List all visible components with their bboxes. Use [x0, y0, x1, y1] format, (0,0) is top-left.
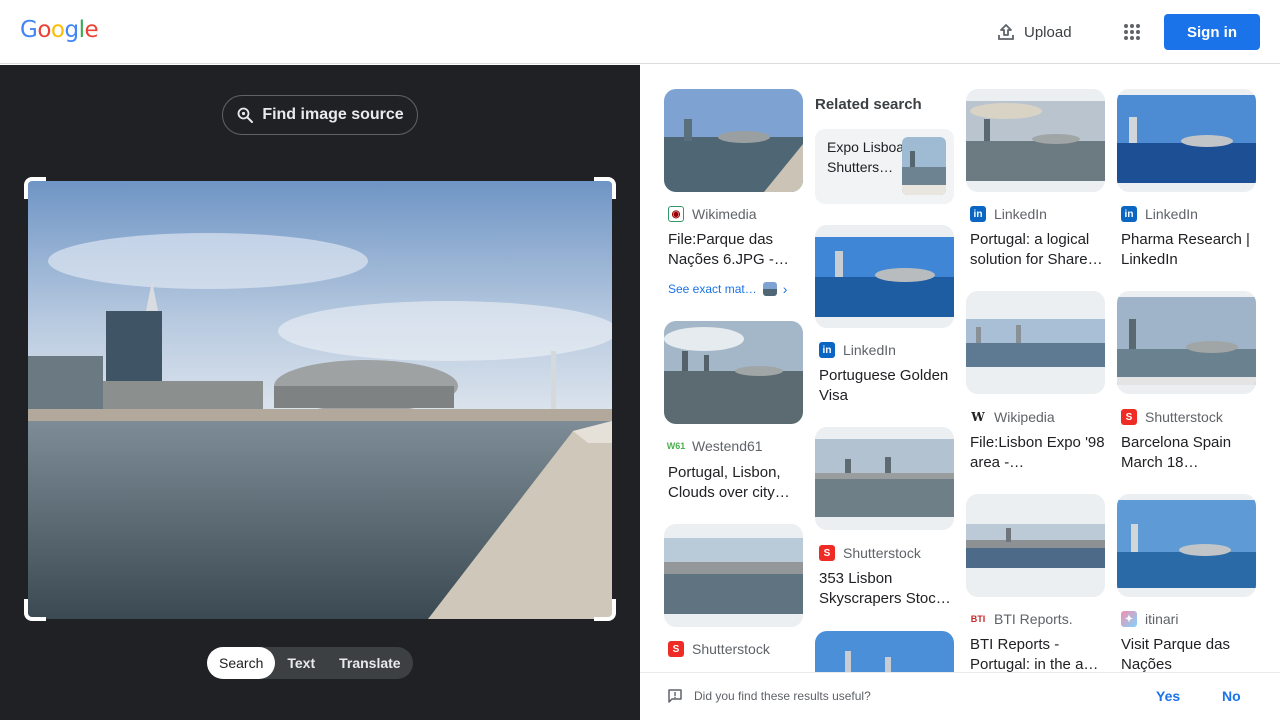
- wikimedia-icon: ◉: [668, 206, 684, 222]
- related-search-chip[interactable]: Expo Lisboa Shutters…: [815, 129, 954, 204]
- logo-letter: e: [84, 17, 99, 43]
- result-title[interactable]: Pharma Research | LinkedIn: [1121, 230, 1256, 270]
- linkedin-icon: in: [819, 342, 835, 358]
- result-source[interactable]: W Wikipedia: [970, 409, 1055, 425]
- result-thumbnail[interactable]: [966, 494, 1105, 597]
- result-source-name: itinari: [1145, 611, 1179, 627]
- logo-letter: o: [50, 17, 65, 43]
- westend61-icon: W61: [667, 438, 685, 454]
- result-thumbnail[interactable]: [1117, 494, 1256, 597]
- apps-grid-icon: [1124, 24, 1140, 40]
- result-title[interactable]: Barcelona Spain March 18…: [1121, 433, 1256, 473]
- result-thumbnail[interactable]: [664, 89, 803, 192]
- see-exact-matches-label: See exact mat…: [668, 282, 757, 296]
- crop-handle-top-right[interactable]: [594, 177, 616, 199]
- result-source-name: Wikimedia: [692, 206, 757, 222]
- result-title[interactable]: File:Lisbon Expo '98 area -…: [970, 433, 1105, 473]
- results-panel: ◉ Wikimedia File:Parque das Nações 6.JPG…: [640, 65, 1280, 720]
- result-source[interactable]: in LinkedIn: [819, 342, 896, 358]
- result-source[interactable]: ✦ itinari: [1121, 611, 1178, 627]
- result-source[interactable]: in LinkedIn: [970, 206, 1047, 222]
- result-title[interactable]: BTI Reports - Portugal: in the a…: [970, 635, 1105, 675]
- query-image[interactable]: [28, 181, 612, 619]
- result-source-name: Shutterstock: [692, 641, 770, 657]
- see-exact-matches-link[interactable]: See exact mat… ›: [668, 281, 787, 297]
- result-source[interactable]: ◉ Wikimedia: [668, 206, 757, 222]
- exact-match-thumbnail: [762, 282, 777, 296]
- crop-handle-top-left[interactable]: [24, 177, 46, 199]
- google-apps-button[interactable]: [1116, 16, 1148, 48]
- result-source[interactable]: in LinkedIn: [1121, 206, 1198, 222]
- result-source-name: LinkedIn: [994, 206, 1047, 222]
- itinari-icon: ✦: [1121, 611, 1137, 627]
- result-source-name: LinkedIn: [1145, 206, 1198, 222]
- upload-icon: [998, 24, 1014, 40]
- result-thumbnail[interactable]: [1117, 291, 1256, 394]
- logo-letter: G: [20, 17, 38, 43]
- related-search-heading: Related search: [815, 96, 922, 113]
- result-source[interactable]: BTI BTI Reports.: [970, 611, 1073, 627]
- upload-label: Upload: [1024, 23, 1072, 41]
- linkedin-icon: in: [970, 206, 986, 222]
- sign-in-button[interactable]: Sign in: [1164, 14, 1260, 50]
- query-image-panel: Find image source Search Text Translate: [0, 65, 640, 720]
- result-source[interactable]: S Shutterstock: [819, 545, 921, 561]
- result-source[interactable]: W61 Westend61: [667, 438, 763, 454]
- feedback-bar: Did you find these results useful? Yes N…: [640, 672, 1280, 720]
- result-title[interactable]: Portugal: a logical solution for Share…: [970, 230, 1105, 270]
- feedback-no-button[interactable]: No: [1222, 688, 1241, 704]
- related-search-label: Expo Lisboa Shutters…: [827, 139, 905, 175]
- result-thumbnail[interactable]: [966, 291, 1105, 394]
- upload-button[interactable]: Upload: [984, 14, 1084, 50]
- lens-search-icon: [237, 107, 254, 123]
- header: Google Upload Sign in: [0, 0, 1280, 64]
- feedback-yes-button[interactable]: Yes: [1156, 688, 1180, 704]
- result-title[interactable]: Portuguese Golden Visa: [819, 366, 954, 406]
- shutterstock-icon: S: [819, 545, 835, 561]
- tab-text[interactable]: Text: [275, 647, 327, 679]
- result-thumbnail[interactable]: [815, 427, 954, 530]
- shutterstock-icon: S: [1121, 409, 1137, 425]
- wikipedia-icon: W: [970, 409, 986, 425]
- result-source-name: LinkedIn: [843, 342, 896, 358]
- google-logo[interactable]: Google: [20, 17, 99, 43]
- related-search-thumbnail: [902, 137, 946, 195]
- logo-letter: o: [37, 17, 51, 43]
- result-source[interactable]: S Shutterstock: [668, 641, 770, 657]
- result-source-name: Westend61: [692, 438, 763, 454]
- tab-translate[interactable]: Translate: [327, 647, 412, 679]
- result-thumbnail[interactable]: [664, 524, 803, 627]
- result-title[interactable]: Visit Parque das Nações: [1121, 635, 1256, 675]
- result-source-name: Wikipedia: [994, 409, 1055, 425]
- shutterstock-icon: S: [668, 641, 684, 657]
- result-title[interactable]: File:Parque das Nações 6.JPG -…: [668, 230, 803, 270]
- linkedin-icon: in: [1121, 206, 1137, 222]
- result-thumbnail[interactable]: [664, 321, 803, 424]
- feedback-icon: [668, 689, 682, 703]
- chevron-right-icon: ›: [782, 281, 788, 297]
- result-thumbnail[interactable]: [1117, 89, 1256, 192]
- mode-tabs: Search Text Translate: [207, 647, 413, 679]
- result-source-name: Shutterstock: [843, 545, 921, 561]
- result-thumbnail[interactable]: [815, 225, 954, 328]
- result-thumbnail[interactable]: [966, 89, 1105, 192]
- result-source-name: BTI Reports.: [994, 611, 1073, 627]
- logo-letter: g: [64, 17, 79, 43]
- tab-search[interactable]: Search: [207, 647, 276, 679]
- bti-reports-icon: BTI: [970, 611, 986, 627]
- result-title[interactable]: Portugal, Lisbon, Clouds over city…: [668, 463, 803, 503]
- result-source[interactable]: S Shutterstock: [1121, 409, 1223, 425]
- crop-handle-bottom-right[interactable]: [594, 599, 616, 621]
- find-image-source-label: Find image source: [262, 106, 404, 123]
- result-source-name: Shutterstock: [1145, 409, 1223, 425]
- result-title[interactable]: 353 Lisbon Skyscrapers Stoc…: [819, 569, 954, 609]
- crop-handle-bottom-left[interactable]: [24, 599, 46, 621]
- feedback-question: Did you find these results useful?: [694, 689, 871, 703]
- find-image-source-button[interactable]: Find image source: [222, 95, 418, 135]
